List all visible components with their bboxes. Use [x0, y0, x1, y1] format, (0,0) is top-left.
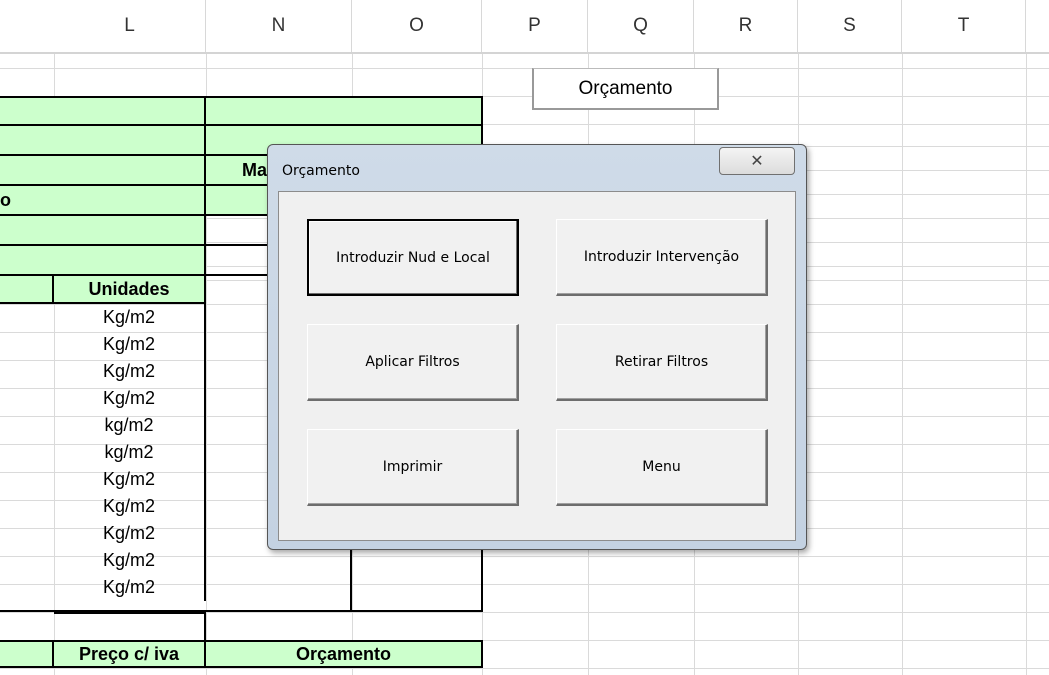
units-cell[interactable]: Kg/m2: [54, 385, 206, 412]
cell-green-price-left[interactable]: [0, 640, 54, 668]
units-cell[interactable]: kg/m2: [54, 439, 206, 466]
column-header-t[interactable]: T: [902, 0, 1026, 52]
budget-title-cell[interactable]: Orçamento: [532, 68, 719, 110]
dialog-title: Orçamento: [282, 163, 360, 179]
cell-green-row1-left[interactable]: [0, 96, 206, 126]
units-header-cell[interactable]: Unidades: [54, 276, 206, 304]
cell-green-row1-right[interactable]: [206, 96, 483, 126]
column-header-l[interactable]: L: [54, 0, 206, 52]
menu-button[interactable]: Menu: [556, 429, 768, 506]
column-header-r[interactable]: R: [694, 0, 798, 52]
close-icon: ✕: [750, 151, 764, 170]
column-header-s[interactable]: S: [798, 0, 902, 52]
units-cell[interactable]: kg/m2: [54, 412, 206, 439]
dialog-client-area: Introduzir Nud e Local Introduzir Interv…: [278, 191, 796, 541]
cell-green-row2-left[interactable]: [0, 126, 206, 156]
cell-green-row5-left[interactable]: [0, 216, 206, 246]
units-cell[interactable]: Kg/m2: [54, 547, 206, 574]
units-cell[interactable]: Kg/m2: [54, 304, 206, 331]
price-header-cell[interactable]: Preço c/ iva: [54, 640, 206, 668]
units-cell[interactable]: Kg/m2: [54, 331, 206, 358]
cell-green-row4-left[interactable]: o: [0, 186, 206, 216]
cell-green-row6-left[interactable]: [0, 246, 206, 276]
units-cell-empty[interactable]: [54, 612, 206, 640]
column-header-n[interactable]: N: [206, 0, 352, 52]
close-button[interactable]: ✕: [719, 147, 795, 175]
column-header-bar: L N O P Q R S T: [0, 0, 1049, 54]
cell-green-row3-left[interactable]: [0, 156, 206, 186]
print-button[interactable]: Imprimir: [307, 429, 519, 506]
apply-filters-button[interactable]: Aplicar Filtros: [307, 324, 519, 401]
row-bottom-line: [0, 584, 483, 612]
budget-dialog: Orçamento ✕ Introduzir Nud e Local Intro…: [267, 144, 807, 550]
column-header-p[interactable]: P: [482, 0, 588, 52]
budget-header-cell[interactable]: Orçamento: [206, 640, 483, 668]
units-cell[interactable]: Kg/m2: [54, 466, 206, 493]
units-cell[interactable]: Kg/m2: [54, 520, 206, 547]
remove-filters-button[interactable]: Retirar Filtros: [556, 324, 768, 401]
units-cell[interactable]: Kg/m2: [54, 493, 206, 520]
column-header-q[interactable]: Q: [588, 0, 694, 52]
units-cell[interactable]: Kg/m2: [54, 358, 206, 385]
column-header-o[interactable]: O: [352, 0, 482, 52]
introduce-nud-button[interactable]: Introduzir Nud e Local: [307, 219, 519, 296]
introduce-intervention-button[interactable]: Introduzir Intervenção: [556, 219, 768, 296]
cell-green-units-left[interactable]: [0, 276, 54, 304]
